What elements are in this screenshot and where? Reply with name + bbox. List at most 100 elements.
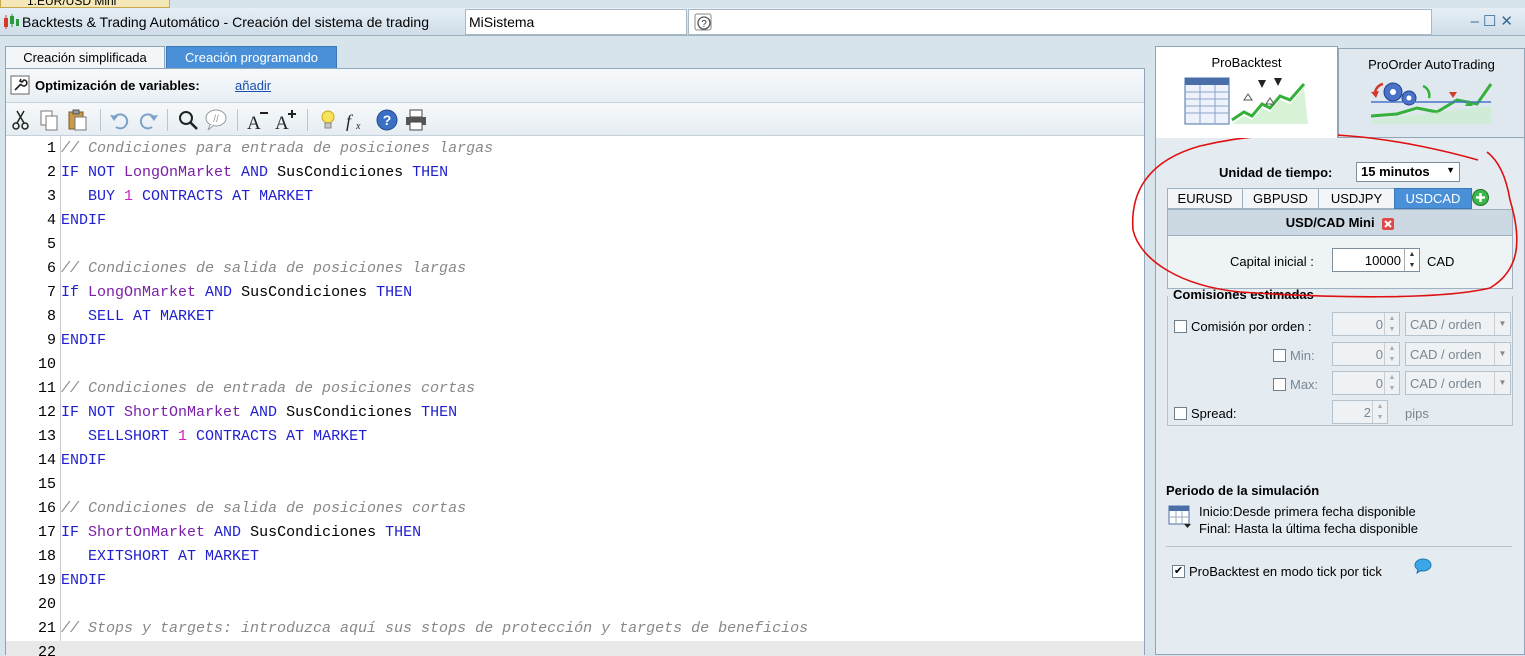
code-token: // Condiciones de salida de posiciones c… bbox=[61, 500, 467, 517]
line-number: 5 bbox=[46, 236, 56, 253]
code-line[interactable]: 8 SELL AT MARKET bbox=[6, 305, 1144, 329]
line-number: 20 bbox=[37, 596, 56, 613]
info-bubble-icon[interactable] bbox=[1414, 558, 1432, 574]
code-line[interactable]: 12 IF NOT ShortOnMarket AND SusCondicione… bbox=[6, 401, 1144, 425]
estimated-fees-group: Comisión por orden : 0 ▲ ▼ CAD / orden ▼ … bbox=[1167, 296, 1513, 426]
maximize-icon[interactable]: ☐ bbox=[1483, 13, 1500, 30]
calendar-icon[interactable] bbox=[1168, 503, 1192, 529]
code-line[interactable]: 20 bbox=[6, 593, 1144, 617]
capital-stepper[interactable]: ▲ ▼ bbox=[1404, 249, 1419, 271]
code-line[interactable]: 2 IF NOT LongOnMarket AND SusCondiciones … bbox=[6, 161, 1144, 185]
paste-icon[interactable] bbox=[65, 108, 89, 132]
order-fee-unit-select[interactable]: CAD / orden ▼ bbox=[1405, 312, 1511, 336]
tab-probacktest-label: ProBacktest bbox=[1211, 55, 1282, 70]
code-editor: Optimización de variables: añadir // A A… bbox=[5, 68, 1145, 656]
code-line[interactable]: 6 // Condiciones de salida de posiciones … bbox=[6, 257, 1144, 281]
help-icon[interactable]: ? bbox=[375, 108, 399, 132]
tab-instrument-gbpusd[interactable]: GBPUSD bbox=[1242, 188, 1319, 209]
min-fee-input[interactable]: 0 ▲ ▼ bbox=[1332, 342, 1400, 366]
max-fee-input[interactable]: 0 ▲ ▼ bbox=[1332, 371, 1400, 395]
code-line[interactable]: 9 ENDIF bbox=[6, 329, 1144, 353]
order-fee-input[interactable]: 0 ▲ ▼ bbox=[1332, 312, 1400, 336]
font-decrease-icon[interactable]: A bbox=[246, 108, 270, 132]
code-token: ShortOnMarket bbox=[124, 404, 242, 421]
add-variable-link[interactable]: añadir bbox=[235, 78, 271, 93]
spread-stepper[interactable]: ▲ ▼ bbox=[1372, 401, 1387, 423]
close-icon[interactable]: ✕ bbox=[1500, 13, 1517, 30]
code-token: 1 bbox=[178, 428, 188, 445]
code-line[interactable]: 11 // Condiciones de entrada de posicione… bbox=[6, 377, 1144, 401]
max-fee-stepper[interactable]: ▲ ▼ bbox=[1384, 372, 1399, 394]
remove-instrument-icon[interactable] bbox=[1382, 217, 1395, 230]
code-token: ShortOnMarket bbox=[88, 524, 206, 541]
undo-icon[interactable] bbox=[108, 108, 132, 132]
code-line[interactable]: 16 // Condiciones de salida de posiciones… bbox=[6, 497, 1144, 521]
tab-instrument-usdcad[interactable]: USDCAD bbox=[1394, 188, 1472, 209]
spread-input[interactable]: 2 ▲ ▼ bbox=[1332, 400, 1388, 424]
code-line[interactable]: 14 ENDIF bbox=[6, 449, 1144, 473]
max-fee-unit-select[interactable]: CAD / orden ▼ bbox=[1405, 371, 1511, 395]
min-fee-stepper[interactable]: ▲ ▼ bbox=[1384, 343, 1399, 365]
instrument-tab-label: USDJPY bbox=[1330, 191, 1383, 206]
tab-instrument-eurusd[interactable]: EURUSD bbox=[1167, 188, 1243, 209]
wrench-icon bbox=[10, 75, 30, 95]
code-line[interactable]: 17 IF ShortOnMarket AND SusCondiciones TH… bbox=[6, 521, 1144, 545]
tab-simplified[interactable]: Creación simplificada bbox=[5, 46, 165, 68]
copy-icon[interactable] bbox=[37, 108, 61, 132]
simulation-period-title: Periodo de la simulación bbox=[1166, 483, 1320, 498]
min-fee-checkbox[interactable] bbox=[1273, 349, 1286, 362]
system-name-input[interactable] bbox=[465, 9, 687, 35]
cut-icon[interactable] bbox=[9, 108, 33, 132]
font-increase-icon[interactable]: A bbox=[274, 108, 298, 132]
instrument-header: USD/CAD Mini bbox=[1168, 210, 1512, 236]
function-icon[interactable]: f x bbox=[344, 108, 368, 132]
tab-instrument-usdjpy[interactable]: USDJPY bbox=[1318, 188, 1395, 209]
timeframe-select[interactable]: 15 minutos ▼ bbox=[1356, 162, 1460, 182]
code-line[interactable]: 1 // Condiciones para entrada de posicion… bbox=[6, 137, 1144, 161]
instrument-tab-label: GBPUSD bbox=[1253, 191, 1308, 206]
variable-optimization-bar: Optimización de variables: añadir bbox=[6, 69, 1144, 103]
code-line[interactable]: 13 SELLSHORT 1 CONTRACTS AT MARKET bbox=[6, 425, 1144, 449]
line-number: 3 bbox=[46, 188, 56, 205]
print-icon[interactable] bbox=[404, 108, 428, 132]
tick-by-tick-checkbox[interactable]: ✔ bbox=[1172, 565, 1185, 578]
code-line[interactable]: 19 ENDIF bbox=[6, 569, 1144, 593]
order-fee-stepper[interactable]: ▲ ▼ bbox=[1384, 313, 1399, 335]
comment-icon[interactable]: // bbox=[204, 108, 228, 132]
lightbulb-icon[interactable] bbox=[316, 108, 340, 132]
code-line[interactable]: 4 ENDIF bbox=[6, 209, 1144, 233]
code-text: IF NOT ShortOnMarket AND SusCondiciones … bbox=[61, 401, 457, 425]
tab-probacktest[interactable]: ProBacktest bbox=[1155, 46, 1338, 138]
tab-proorder-autotrading[interactable]: ProOrder AutoTrading bbox=[1338, 48, 1525, 138]
code-text: IF ShortOnMarket AND SusCondiciones THEN bbox=[61, 521, 421, 545]
code-line[interactable]: 21 // Stops y targets: introduzca aquí su… bbox=[6, 617, 1144, 641]
code-line[interactable]: 5 bbox=[6, 233, 1144, 257]
initial-capital-input[interactable]: 10000 ▲ ▼ bbox=[1332, 248, 1420, 272]
code-line[interactable]: 3 BUY 1 CONTRACTS AT MARKET bbox=[6, 185, 1144, 209]
code-line[interactable]: 7 If LongOnMarket AND SusCondiciones THEN bbox=[6, 281, 1144, 305]
min-fee-value: 0 bbox=[1375, 347, 1383, 362]
code-line[interactable]: 18 EXITSHORT AT MARKET bbox=[6, 545, 1144, 569]
previous-window-tab[interactable]: 1.EUR/USD Mini bbox=[0, 0, 170, 8]
search-icon[interactable] bbox=[176, 108, 200, 132]
code-token: ENDIF bbox=[61, 572, 107, 589]
code-line[interactable]: 22 bbox=[6, 641, 1144, 656]
svg-text:?: ? bbox=[701, 19, 707, 30]
order-fee-label: Comisión por orden : bbox=[1191, 319, 1312, 334]
code-line[interactable]: 10 bbox=[6, 353, 1144, 377]
max-fee-checkbox[interactable] bbox=[1273, 378, 1286, 391]
minimize-icon[interactable]: ‒ bbox=[1471, 13, 1483, 30]
min-fee-unit-select[interactable]: CAD / orden ▼ bbox=[1405, 342, 1511, 366]
code-line[interactable]: 15 bbox=[6, 473, 1144, 497]
spread-checkbox[interactable] bbox=[1174, 407, 1187, 420]
help-icon[interactable]: ? bbox=[694, 13, 714, 33]
order-fee-checkbox[interactable] bbox=[1174, 320, 1187, 333]
instrument-tab-label: USDCAD bbox=[1405, 191, 1461, 206]
add-instrument-icon[interactable] bbox=[1472, 189, 1489, 206]
redo-icon[interactable] bbox=[136, 108, 160, 132]
tab-programming[interactable]: Creación programando bbox=[166, 46, 337, 68]
code-token: ENDIF bbox=[61, 452, 107, 469]
line-number: 19 bbox=[37, 572, 56, 589]
code-area[interactable]: 1 // Condiciones para entrada de posicion… bbox=[6, 136, 1144, 656]
